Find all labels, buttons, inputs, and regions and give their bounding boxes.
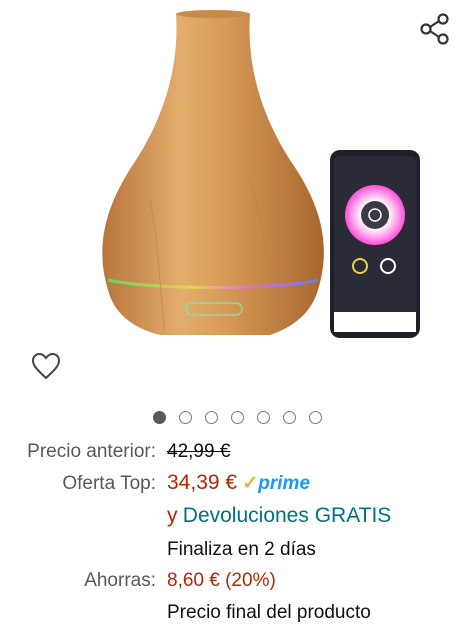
carousel-dot[interactable] (231, 411, 244, 424)
carousel-dot[interactable] (257, 411, 270, 424)
deal-ends-text: Finaliza en 2 días (167, 539, 316, 560)
savings-value: 8,60 € (20%) (167, 570, 276, 591)
heart-icon[interactable] (30, 350, 62, 382)
carousel-dot[interactable] (153, 411, 166, 424)
returns-row: y Devoluciones GRATIS (167, 504, 391, 528)
previous-price-label: Precio anterior: (27, 441, 156, 462)
image-carousel-dots (0, 411, 475, 429)
prime-check-icon: ✓ (242, 473, 259, 494)
carousel-dot[interactable] (283, 411, 296, 424)
savings-label: Ahorras: (84, 570, 156, 591)
carousel-dot[interactable] (309, 411, 322, 424)
deal-price: 34,39 € (167, 471, 238, 494)
carousel-dot[interactable] (179, 411, 192, 424)
deal-label: Oferta Top: (62, 473, 156, 494)
returns-prefix: y (167, 504, 178, 527)
final-price-note: Precio final del producto (167, 602, 371, 623)
prime-badge: prime (258, 473, 311, 494)
free-returns-link[interactable]: Devoluciones GRATIS (183, 504, 392, 527)
share-icon[interactable] (418, 12, 452, 46)
diffuser-illustration (102, 10, 420, 338)
previous-price-value: 42,99 € (167, 441, 231, 462)
product-image[interactable] (0, 0, 475, 400)
deal-price-row: 34,39 € ✓prime (167, 471, 310, 495)
carousel-dot[interactable] (205, 411, 218, 424)
